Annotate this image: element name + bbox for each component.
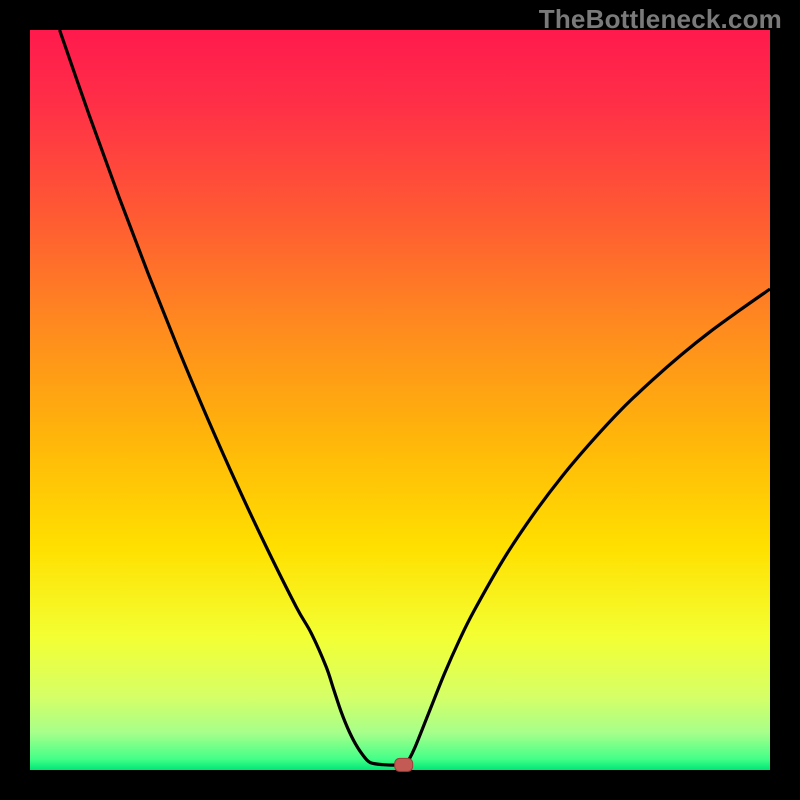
bottleneck-chart xyxy=(0,0,800,800)
gradient-background xyxy=(30,30,770,770)
optimal-point-marker xyxy=(395,758,413,771)
chart-frame: { "watermark": "TheBottleneck.com", "col… xyxy=(0,0,800,800)
watermark-text: TheBottleneck.com xyxy=(539,4,782,35)
